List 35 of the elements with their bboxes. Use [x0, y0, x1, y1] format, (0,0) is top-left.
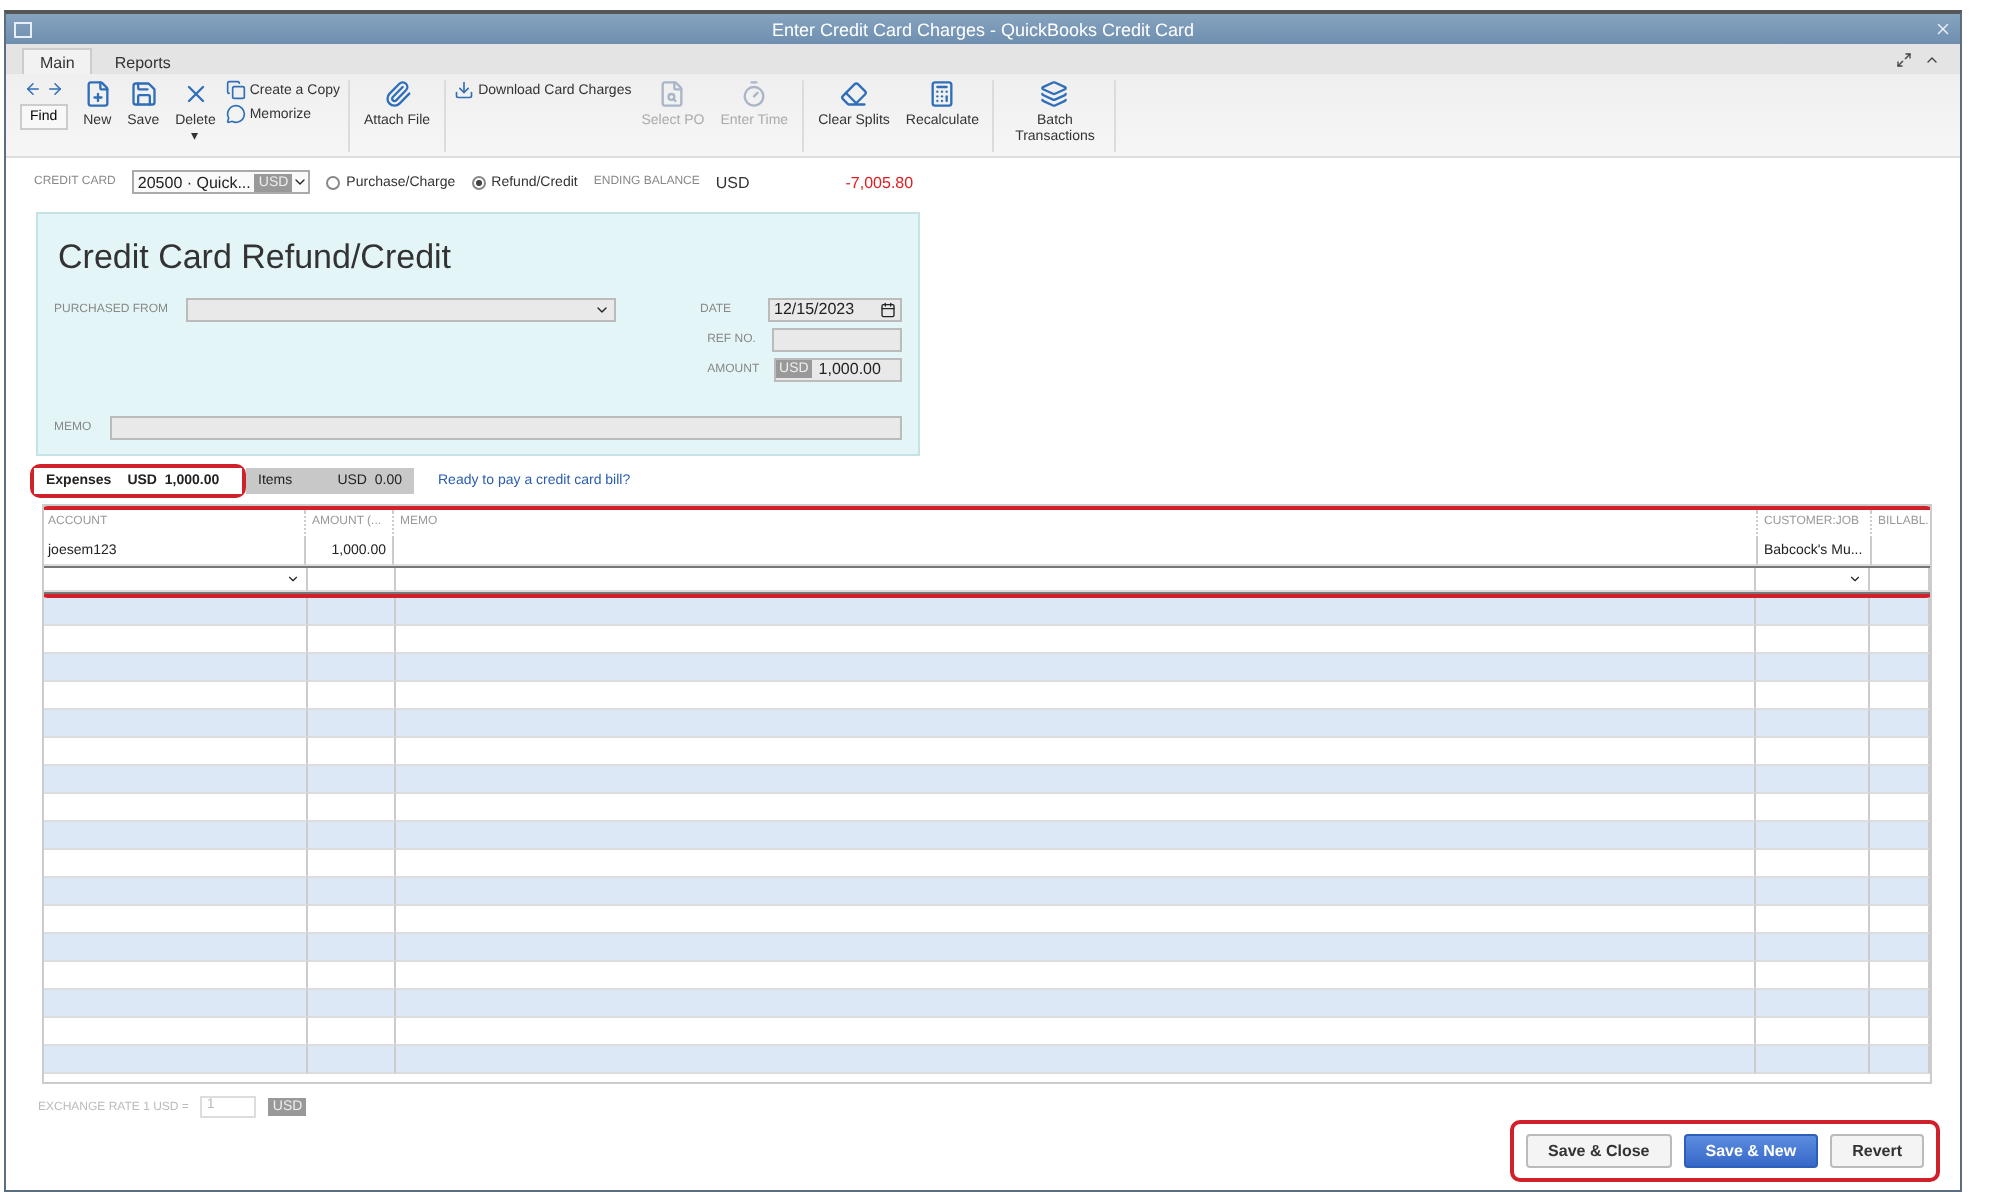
system-menu-icon[interactable]	[14, 21, 32, 37]
save-icon	[129, 80, 158, 108]
action-button[interactable]: Revert	[1830, 1134, 1924, 1168]
paperclip-icon	[383, 80, 412, 108]
dropdown-icon[interactable]	[1848, 572, 1862, 586]
radio-button[interactable]	[471, 175, 486, 189]
currency-label: USD	[715, 173, 750, 191]
eraser-icon	[839, 80, 868, 108]
window-title: Enter Credit Card Charges - QuickBooks Credit Card	[769, 19, 1197, 39]
action-button[interactable]: Save & New	[1683, 1134, 1819, 1168]
radio-button[interactable]	[326, 175, 341, 189]
action-button[interactable]: Save & Close	[1526, 1134, 1672, 1168]
form-title: Credit Card Refund/Credit	[56, 236, 454, 280]
date-field[interactable]: 12/15/2023	[768, 297, 902, 321]
speech-bubble-icon	[225, 104, 246, 124]
download-icon	[454, 80, 475, 100]
calculator-icon	[928, 80, 957, 108]
layers-icon	[1040, 80, 1069, 108]
ref-no-field[interactable]	[772, 327, 902, 351]
expand-icon[interactable]	[1896, 52, 1912, 68]
arrow-right-icon[interactable]	[45, 80, 64, 98]
arrow-left-icon[interactable]	[23, 80, 42, 98]
ending-balance: -7,005.80	[845, 173, 914, 191]
close-icon[interactable]	[1934, 20, 1952, 38]
ribbon-tab[interactable]: Reports	[96, 48, 189, 74]
timer-icon	[740, 80, 769, 108]
copy-icon	[225, 80, 246, 100]
collapse-icon[interactable]	[1924, 52, 1940, 68]
dropdown-icon[interactable]	[286, 572, 300, 586]
memo-field[interactable]	[110, 415, 902, 439]
ribbon-tab[interactable]: Main	[22, 48, 93, 74]
new-file-icon	[83, 80, 112, 108]
dropdown-icon[interactable]	[292, 174, 309, 190]
file-search-icon	[658, 80, 687, 108]
calendar-icon[interactable]	[880, 301, 896, 317]
